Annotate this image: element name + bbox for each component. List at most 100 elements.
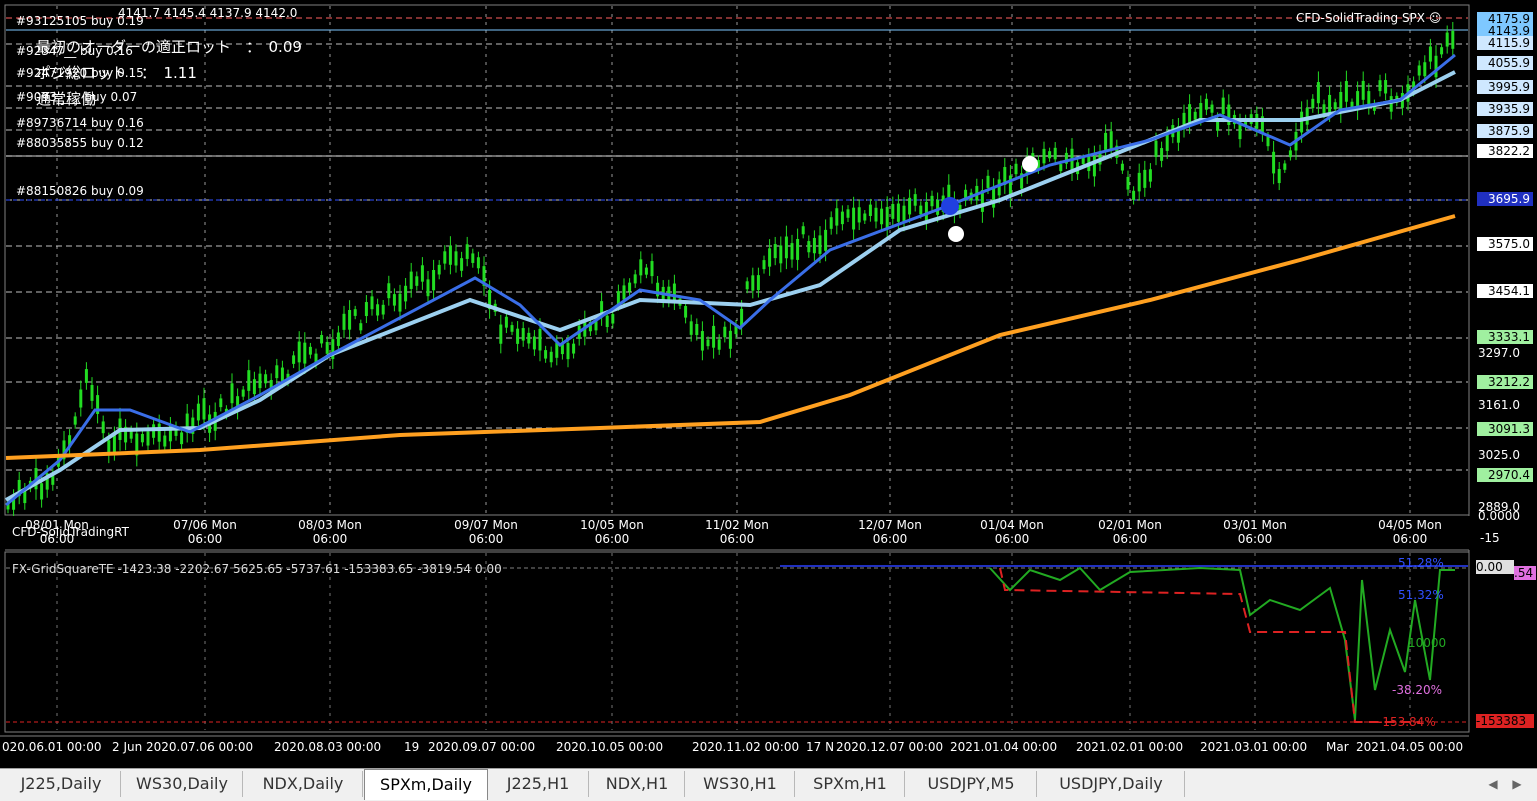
position-marker <box>1022 156 1038 172</box>
tab-j225-daily[interactable]: J225,Daily <box>2 771 121 797</box>
time-label: 01/04 Mon 06:00 <box>972 518 1052 546</box>
bottom-time-label: 2021.02.01 00:00 <box>1076 740 1184 754</box>
candle-body <box>527 332 531 344</box>
candle-body <box>247 370 251 391</box>
tab-j225-h1[interactable]: J225,H1 <box>488 771 589 797</box>
candle-body <box>835 208 839 226</box>
candle-body <box>919 205 923 215</box>
candle-body <box>460 258 464 271</box>
candle-body <box>1160 148 1164 161</box>
candle-body <box>476 257 480 269</box>
candle-body <box>544 350 548 359</box>
candle-body <box>706 339 710 347</box>
price-tick: 3161.0 <box>1478 398 1520 412</box>
candle-body <box>924 201 928 221</box>
time-label-hour: 06:00 <box>1112 532 1148 546</box>
candle-body <box>1154 140 1158 158</box>
price-level-box: 3091.3 <box>1477 422 1533 436</box>
candle-body <box>140 434 144 443</box>
order-label: #92471920 buy 0.15 <box>16 66 144 80</box>
chart-window[interactable]: 4141.7 4145.4 4137.9 4142.0 CFD-SolidTra… <box>0 0 1537 768</box>
candle-body <box>695 323 699 336</box>
candle-body <box>387 283 391 299</box>
candle-body <box>1311 98 1315 109</box>
candle-body <box>1288 150 1292 158</box>
candle-body <box>689 321 693 335</box>
candle-body <box>717 339 721 350</box>
chart-canvas[interactable] <box>0 0 1537 768</box>
candle-body <box>908 197 912 215</box>
time-label-date: 01/04 Mon <box>980 518 1044 532</box>
tab-usdjpy-m5[interactable]: USDJPY,M5 <box>906 771 1037 797</box>
candle-body <box>532 336 536 350</box>
candle-body <box>443 251 447 264</box>
bottom-time-label: 2020.08.03 00:00 <box>274 740 382 754</box>
candle-body <box>1042 148 1046 164</box>
candle-body <box>1434 55 1438 78</box>
candle-body <box>672 283 676 302</box>
candle-body <box>1384 80 1388 94</box>
candle-body <box>73 416 77 425</box>
tab-ndx-h1[interactable]: NDX,H1 <box>590 771 685 797</box>
candle-body <box>1053 147 1057 160</box>
val-bottom: -153383 <box>1476 714 1534 728</box>
tab-usdjpy-daily[interactable]: USDJPY,Daily <box>1038 771 1185 797</box>
candle-body <box>840 211 844 225</box>
candle-body <box>420 265 424 282</box>
candle-body <box>566 343 570 360</box>
order-label: #88150826 buy 0.09 <box>16 184 144 198</box>
time-label-date: 04/05 Mon <box>1378 518 1442 532</box>
candle-body <box>779 245 783 264</box>
chevron-left-icon[interactable]: ◀ <box>1484 773 1502 795</box>
time-label: 10/05 Mon 06:00 <box>572 518 652 546</box>
candle-body <box>885 206 889 229</box>
pct-2: 51.32% <box>1398 588 1444 602</box>
tab-ws30-h1[interactable]: WS30,H1 <box>686 771 795 797</box>
time-label-date: 09/07 Mon <box>454 518 518 532</box>
candle-body <box>376 304 380 316</box>
bottom-time-label: 19 <box>404 740 420 754</box>
sub-axis-side: .54 <box>1514 566 1536 580</box>
tab-ndx-daily[interactable]: NDX,Daily <box>244 771 363 797</box>
price-level-box: 4115.9 <box>1477 36 1533 50</box>
candle-body <box>353 309 357 316</box>
chevron-right-icon[interactable]: ▶ <box>1508 773 1526 795</box>
time-label-hour: 06:00 <box>594 532 630 546</box>
tab-spxm-h1[interactable]: SPXm,H1 <box>796 771 905 797</box>
candle-body <box>728 330 732 349</box>
time-label: 02/01 Mon 06:00 <box>1090 518 1170 546</box>
candle-body <box>684 306 688 318</box>
bottom-time-label: 2020.07.06 00:00 <box>146 740 254 754</box>
time-label-hour: 06:00 <box>719 532 755 546</box>
candle-body <box>762 260 766 270</box>
bottom-time-label: 2020.09.07 00:00 <box>428 740 536 754</box>
smiley-icon: ☺ <box>1428 11 1442 25</box>
candle-body <box>1048 151 1052 159</box>
candle-body <box>504 316 508 328</box>
candle-body <box>1081 157 1085 164</box>
candle-body <box>1137 172 1141 192</box>
candle-body <box>1204 98 1208 110</box>
candle-body <box>336 332 340 346</box>
time-label-date: 07/06 Mon <box>173 518 237 532</box>
ma-fast-line <box>5 53 1456 507</box>
candle-body <box>1165 134 1169 151</box>
time-label: 04/05 Mon 06:00 <box>1370 518 1450 546</box>
candle-body <box>1188 104 1192 124</box>
price-level-box: 3212.2 <box>1477 375 1533 389</box>
price-level-box: 3875.9 <box>1477 124 1533 138</box>
candle-body <box>700 331 704 351</box>
candle-body <box>913 194 917 206</box>
candle-body <box>1014 163 1018 175</box>
tab-spxm-daily[interactable]: SPXm,Daily <box>364 769 488 800</box>
candle-body <box>1440 47 1444 55</box>
tab-ws30-daily[interactable]: WS30,Daily <box>122 771 243 797</box>
candle-body <box>622 285 626 300</box>
position-marker <box>941 197 959 215</box>
time-label-hour: 06:00 <box>187 532 223 546</box>
bottom-time-label: 2021.04.05 00:00 <box>1356 740 1464 754</box>
candle-body <box>784 236 788 259</box>
candle-body <box>650 261 654 277</box>
ohlc-readout: 4141.7 4145.4 4137.9 4142.0 <box>118 6 298 20</box>
candle-body <box>812 237 816 254</box>
